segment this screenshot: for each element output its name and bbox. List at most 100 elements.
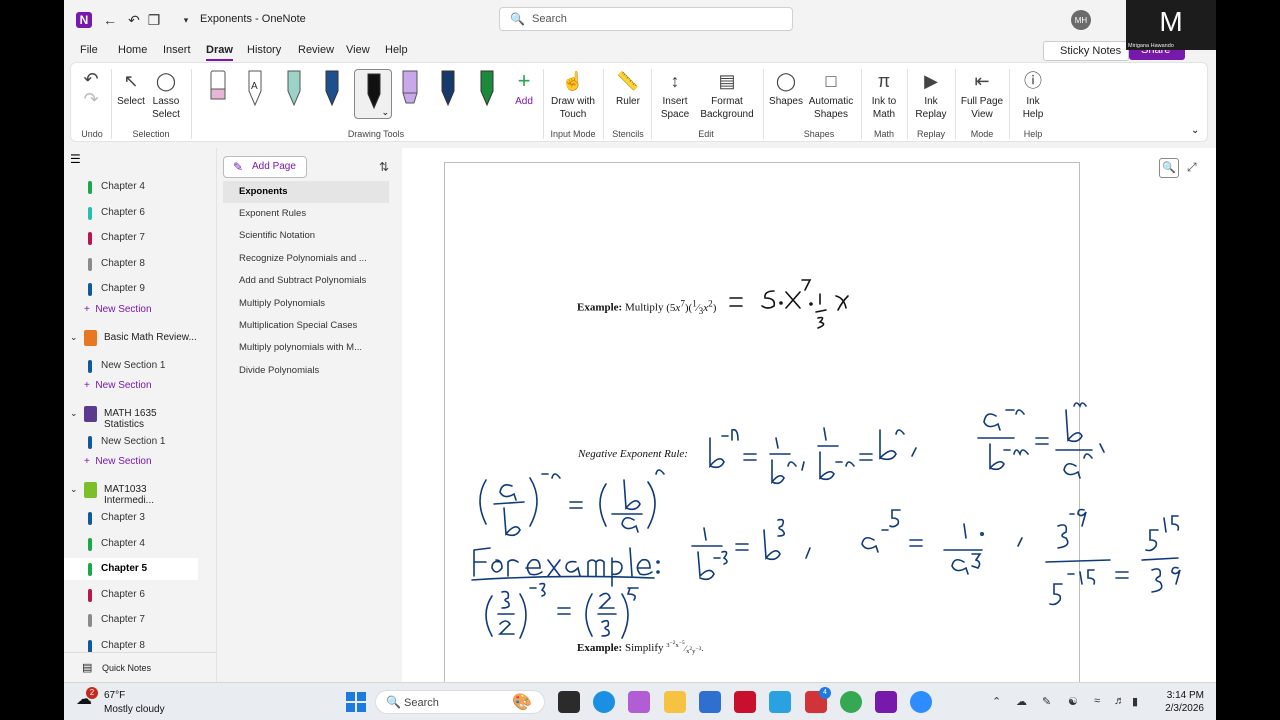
file-explorer-icon[interactable]: [664, 691, 686, 713]
pen-eraser[interactable]: [207, 69, 229, 109]
section-chapter-7[interactable]: Chapter 7: [64, 609, 198, 631]
ink-replay-label: Ink: [924, 96, 938, 107]
lasso-select-button[interactable]: ◯ Lasso Select: [151, 69, 181, 121]
add-page-button[interactable]: ✎ Add Page: [223, 156, 307, 178]
hamburger-icon[interactable]: ☰: [70, 152, 81, 166]
pen-dark-blue[interactable]: [321, 69, 343, 109]
ink-replay-button[interactable]: ▶ Ink Replay: [913, 69, 949, 121]
view-switch-icon[interactable]: ❐: [144, 10, 164, 30]
page-multiply-polynomials[interactable]: Multiply Polynomials: [223, 293, 389, 315]
page-recognize-polynomials[interactable]: Recognize Polynomials and ...: [223, 248, 389, 270]
new-section-link[interactable]: + New Section: [84, 456, 152, 467]
battery-icon[interactable]: ▮: [1132, 695, 1138, 708]
quick-access-icon[interactable]: ▾: [176, 10, 196, 30]
section-chapter-6[interactable]: Chapter 6: [64, 202, 198, 224]
section-chapter-3[interactable]: Chapter 3: [64, 507, 198, 529]
search-input[interactable]: 🔍 Search: [499, 7, 793, 31]
sort-icon[interactable]: ⇅: [379, 160, 389, 174]
lms-icon[interactable]: 4: [805, 687, 831, 713]
new-section-link[interactable]: + New Section: [84, 304, 152, 315]
new-section-link[interactable]: + New Section: [84, 380, 152, 391]
page-multiply-polynomials-m[interactable]: Multiply polynomials with M...: [223, 337, 389, 359]
page-exponents[interactable]: Exponents: [223, 181, 389, 203]
teams-icon[interactable]: [769, 691, 791, 713]
ruler-button[interactable]: 📏 Ruler: [611, 69, 645, 108]
sticky-notes-button[interactable]: Sticky Notes: [1043, 41, 1129, 61]
start-icon[interactable]: [346, 692, 366, 712]
chevron-up-icon[interactable]: ⌃: [992, 695, 1001, 708]
volume-icon[interactable]: ♬: [1114, 695, 1125, 707]
automatic-shapes-button[interactable]: □ Automatic Shapes: [807, 69, 855, 121]
copilot-icon[interactable]: [628, 691, 650, 713]
section-chapter-4[interactable]: Chapter 4: [64, 176, 198, 198]
page-canvas[interactable]: 🔍 ⤢ Example: Multiply (5x7)(1⁄3x2) Negat…: [402, 148, 1216, 692]
menu-help[interactable]: Help: [385, 44, 408, 56]
draw-with-touch-button[interactable]: ☝ Draw with Touch: [549, 69, 597, 121]
onenote-taskbar-icon[interactable]: [875, 691, 897, 713]
section-chapter-4[interactable]: Chapter 4: [64, 533, 198, 555]
edge-icon[interactable]: [593, 691, 615, 713]
clock[interactable]: 3:14 PM 2/3/2026: [1156, 689, 1204, 715]
new-section-label: New Section: [95, 380, 152, 391]
pen-highlighter-gradient[interactable]: [283, 69, 305, 109]
quick-notes-button[interactable]: ▤ Quick Notes: [64, 652, 216, 682]
ink-help-button[interactable]: ⓘ Ink Help: [1015, 69, 1051, 121]
section-new-section-1[interactable]: New Section 1: [64, 355, 198, 377]
task-view-icon[interactable]: [558, 691, 580, 713]
section-color-tab: [88, 360, 92, 373]
zoom-icon[interactable]: [910, 691, 932, 713]
insert-space-button[interactable]: ↕ Insert Space: [657, 69, 693, 121]
wifi-icon[interactable]: ≈: [1094, 695, 1100, 707]
undo-icon[interactable]: ↶: [124, 10, 144, 30]
section-chapter-7[interactable]: Chapter 7: [64, 227, 198, 249]
menu-view[interactable]: View: [346, 44, 370, 56]
menu-draw[interactable]: Draw: [206, 44, 233, 61]
menu-review[interactable]: Review: [298, 44, 334, 56]
menu-file[interactable]: File: [80, 44, 98, 56]
add-pen-button[interactable]: + Add: [509, 69, 539, 108]
pen-pencil[interactable]: A: [244, 69, 266, 109]
pen-tray-icon[interactable]: ✎: [1042, 695, 1051, 708]
language-icon[interactable]: ☯: [1068, 695, 1078, 708]
page-scientific-notation[interactable]: Scientific Notation: [223, 225, 389, 247]
pen-green[interactable]: [476, 69, 498, 109]
select-button[interactable]: ↖ Select: [117, 69, 145, 108]
format-background-button[interactable]: ▤ Format Background: [695, 69, 759, 121]
back-icon[interactable]: ←: [100, 10, 120, 30]
store-icon[interactable]: [699, 691, 721, 713]
chrome-icon[interactable]: [840, 691, 862, 713]
menu-home[interactable]: Home: [118, 44, 147, 56]
section-chapter-6[interactable]: Chapter 6: [64, 584, 198, 606]
page-divide-polynomials[interactable]: Divide Polynomials: [223, 360, 389, 382]
shapes-button[interactable]: ◯ Shapes: [769, 69, 803, 108]
notebook-basic-math[interactable]: ⌄ Basic Math Review...: [64, 326, 198, 350]
notebook-math-1635[interactable]: ⌄ MATH 1635 Statistics: [64, 402, 198, 430]
page-add-subtract-polynomials[interactable]: Add and Subtract Polynomials: [223, 270, 389, 292]
onedrive-icon[interactable]: ☁: [1016, 695, 1027, 708]
full-page-view-button[interactable]: ⇤ Full Page View: [959, 69, 1005, 121]
collapse-ribbon-icon[interactable]: ⌄: [1191, 125, 1199, 136]
section-new-section-1[interactable]: New Section 1: [64, 431, 198, 453]
add-page-label: Add Page: [252, 161, 296, 172]
section-chapter-9[interactable]: Chapter 9: [64, 278, 198, 300]
ink-replay-label-2: Replay: [915, 109, 947, 120]
section-chapter-5[interactable]: Chapter 5: [64, 558, 198, 580]
ink-to-math-button[interactable]: π Ink to Math: [865, 69, 903, 121]
avatar[interactable]: MH: [1071, 10, 1091, 30]
section-chapter-8[interactable]: Chapter 8: [64, 253, 198, 275]
mcafee-icon[interactable]: [734, 691, 756, 713]
pen-navy[interactable]: [437, 69, 459, 109]
notebook-mat1033[interactable]: ⌄ MAT1033 Intermedi...: [64, 478, 198, 506]
page-exponent-rules[interactable]: Exponent Rules: [223, 203, 389, 225]
lasso-icon: ◯: [155, 71, 177, 91]
notebook-label: Basic Math Review...: [104, 332, 197, 343]
page-multiplication-special[interactable]: Multiplication Special Cases: [223, 315, 389, 337]
chevron-down-icon: ⌄: [70, 484, 78, 494]
highlighter-lavender[interactable]: [399, 69, 421, 109]
pen-black-selected[interactable]: ⌄: [354, 69, 392, 119]
touch-icon: ☝: [561, 71, 585, 91]
taskbar-search[interactable]: 🔍 Search 🎨: [375, 690, 545, 714]
redo-button[interactable]: ↷: [81, 87, 101, 113]
menu-insert[interactable]: Insert: [163, 44, 191, 56]
menu-history[interactable]: History: [247, 44, 281, 56]
